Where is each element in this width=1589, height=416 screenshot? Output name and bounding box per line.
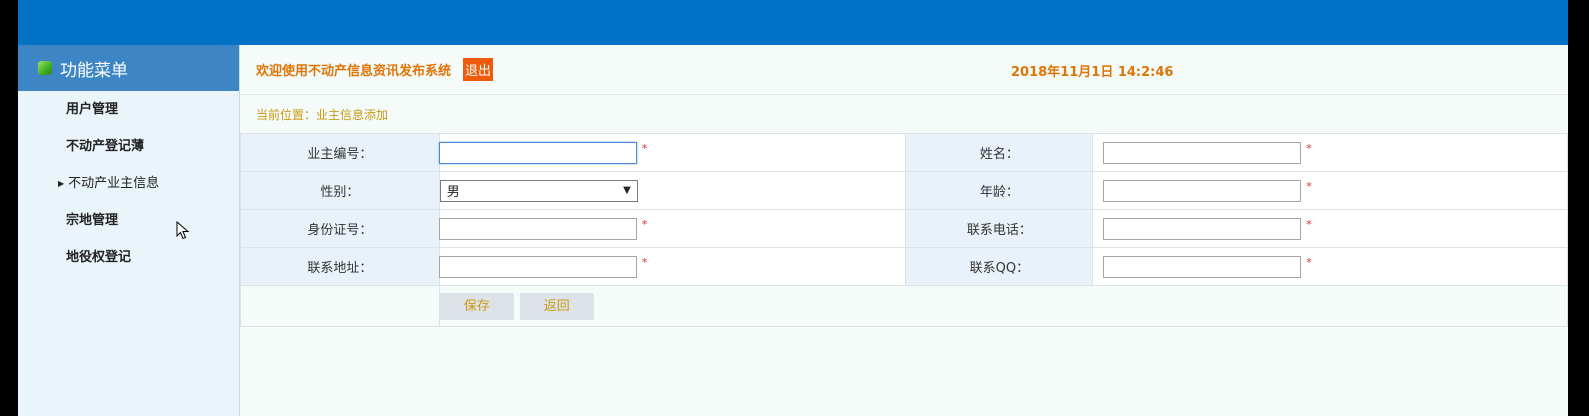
age-input[interactable] [1103, 179, 1302, 202]
owner-id-input[interactable] [438, 141, 637, 164]
table-row: 身份证号： * 联系电话： * [240, 209, 1568, 248]
qq-label: 联系QQ： [905, 247, 1094, 286]
right-black-strip [1568, 0, 1589, 416]
name-cell: * [1092, 133, 1568, 172]
top-banner [18, 0, 1568, 45]
required-mark: * [1306, 141, 1312, 155]
table-row: 业主编号： * 姓名： * [240, 133, 1568, 172]
welcome-bar: 欢迎使用不动产信息资讯发布系统 退出 2018年11月1日 14:2:46 [240, 45, 1568, 94]
cube-icon [38, 61, 52, 75]
sidebar-item-parcel-management[interactable]: 宗地管理 [18, 202, 239, 239]
sidebar-item-user-management[interactable]: 用户管理 [18, 91, 239, 128]
sidebar-item-label: 不动产业主信息 [68, 176, 160, 191]
required-mark: * [641, 217, 648, 231]
gender-selected-value: 男 [446, 185, 460, 200]
gender-label: 性别： [240, 171, 440, 210]
age-cell: * [1092, 171, 1568, 210]
id-card-cell: * [438, 209, 907, 248]
address-label: 联系地址： [240, 247, 440, 286]
save-button[interactable]: 保存 [439, 292, 514, 320]
sidebar-item-easement-registration[interactable]: 地役权登记 [18, 239, 239, 276]
required-mark: * [1306, 217, 1312, 231]
menu-header: 功能菜单 [18, 45, 239, 91]
table-row: 保存 返回 [240, 285, 1569, 327]
phone-input[interactable] [1103, 217, 1302, 240]
sidebar-item-owner-info[interactable]: ▶ 不动产业主信息 [18, 165, 239, 202]
breadcrumb: 当前位置：业主信息添加 [256, 107, 389, 122]
owner-form-table: 业主编号： * 姓名： * 性别： 男 ▼ 年龄： * 身份证号： * 联系电话… [240, 133, 1569, 327]
name-label: 姓名： [905, 133, 1094, 172]
phone-cell: * [1092, 209, 1568, 248]
datetime: 2018年11月1日 14:2:46 [1011, 65, 1174, 80]
table-row: 性别： 男 ▼ 年龄： * [240, 171, 1568, 210]
owner-id-cell: * [438, 133, 907, 172]
owner-id-label: 业主编号： [240, 133, 440, 172]
address-cell: * [438, 247, 907, 286]
main-content: 欢迎使用不动产信息资讯发布系统 退出 2018年11月1日 14:2:46 当前… [240, 45, 1569, 416]
id-card-input[interactable] [438, 217, 637, 240]
welcome-text: 欢迎使用不动产信息资讯发布系统 [256, 64, 452, 79]
dropdown-arrow-icon: ▼ [623, 185, 631, 196]
address-input[interactable] [438, 255, 637, 278]
phone-label: 联系电话： [905, 209, 1094, 248]
left-black-strip [0, 0, 18, 416]
id-card-label: 身份证号： [240, 209, 440, 248]
breadcrumb-bar: 当前位置：业主信息添加 [240, 94, 1568, 133]
gender-cell: 男 ▼ [438, 171, 907, 210]
triangle-right-icon: ▶ [58, 179, 65, 188]
required-mark: * [641, 255, 648, 269]
required-mark: * [1306, 255, 1312, 269]
age-label: 年龄： [905, 171, 1094, 210]
sidebar-item-registry-book[interactable]: 不动产登记薄 [18, 128, 239, 165]
empty-cell [240, 285, 440, 327]
mouse-pointer-icon [176, 221, 190, 240]
logout-button[interactable]: 退出 [463, 58, 494, 81]
required-mark: * [641, 141, 648, 155]
table-row: 联系地址： * 联系QQ： * [240, 247, 1568, 286]
required-mark: * [1306, 179, 1312, 193]
name-input[interactable] [1103, 141, 1302, 164]
menu-title: 功能菜单 [60, 60, 128, 81]
qq-input[interactable] [1103, 255, 1302, 278]
button-cell: 保存 返回 [438, 285, 1569, 327]
back-button[interactable]: 返回 [519, 292, 594, 320]
sidebar: 功能菜单 用户管理 不动产登记薄 ▶ 不动产业主信息 宗地管理 地役权登记 [18, 45, 240, 416]
gender-select[interactable]: 男 ▼ [439, 179, 638, 202]
qq-cell: * [1092, 247, 1568, 286]
